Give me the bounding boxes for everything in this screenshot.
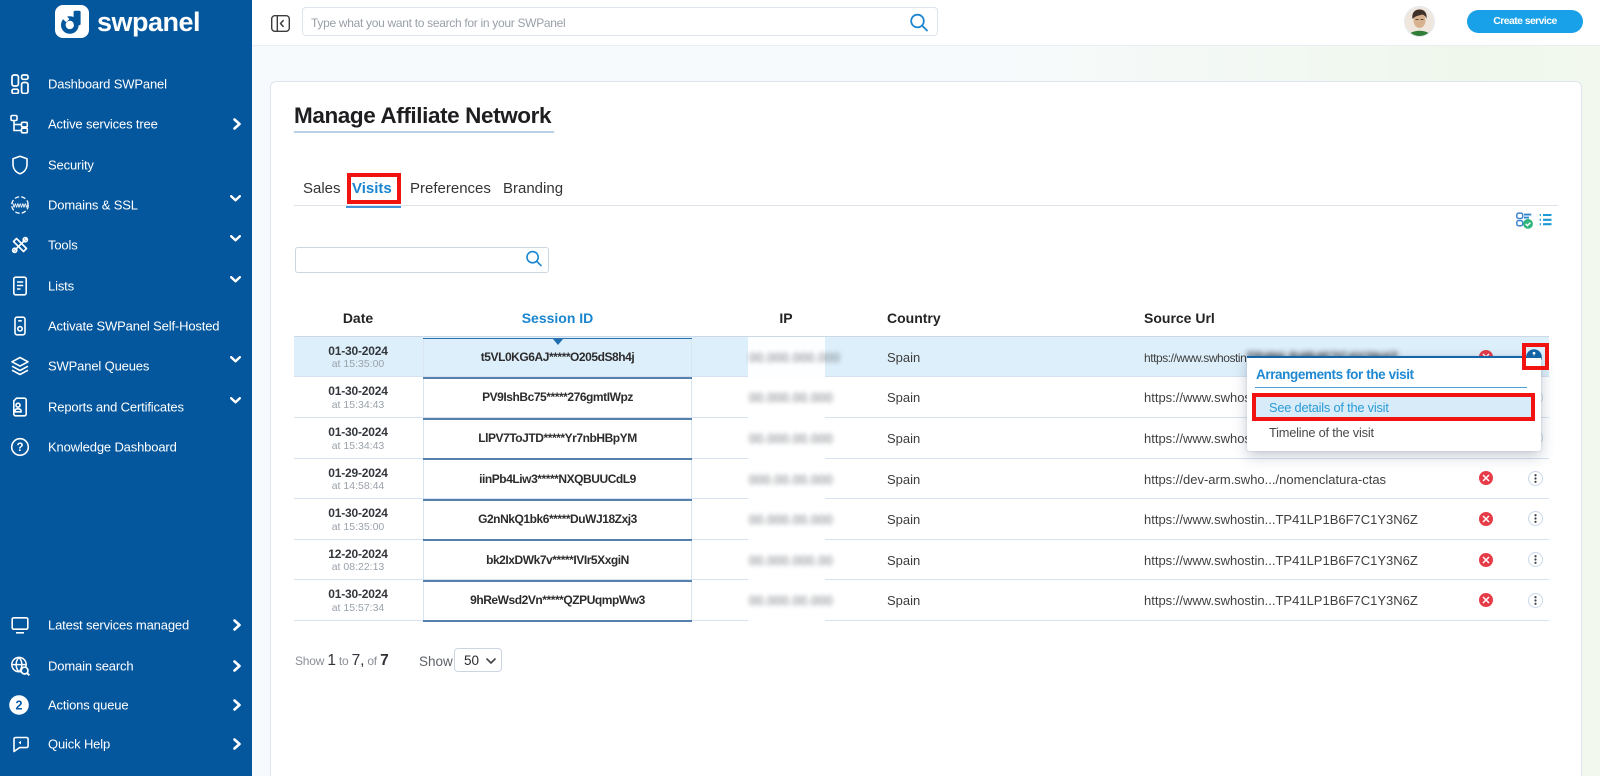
svg-text:www: www xyxy=(12,202,29,209)
svg-text:2: 2 xyxy=(16,698,23,712)
svg-text:?: ? xyxy=(16,442,23,454)
